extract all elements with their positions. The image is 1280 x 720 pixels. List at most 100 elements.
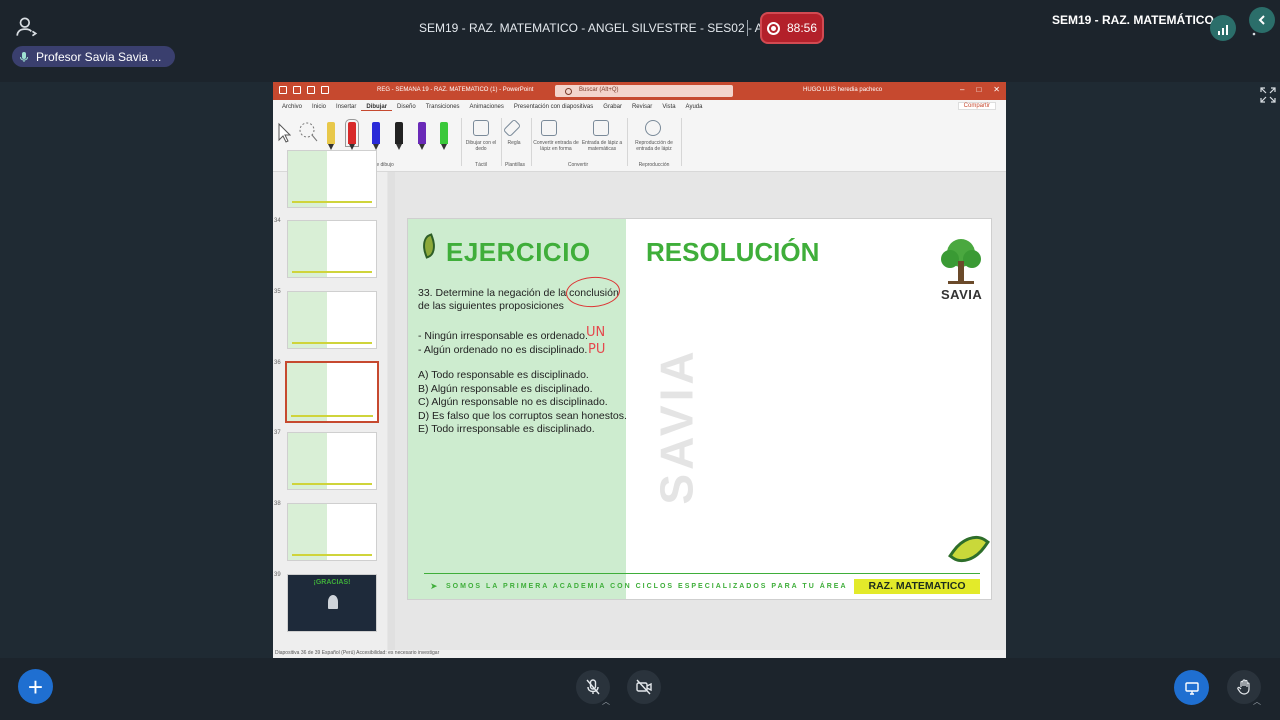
window-controls: – □ ✕	[960, 85, 1000, 94]
leaf-logo-icon	[948, 526, 990, 572]
mic-icon	[20, 51, 28, 62]
share-button[interactable]: Compartir	[957, 102, 996, 110]
presenter-chip[interactable]: Profesor Savia Savia ...	[12, 46, 176, 67]
footer-arrow-icon: ➤	[430, 581, 438, 591]
powerpoint-user-name: HUGO LUIS heredia pacheco	[803, 87, 883, 93]
highlighter-yellow-icon[interactable]	[327, 122, 335, 150]
footer-slogan: SOMOS LA PRIMERA ACADEMIA CON CICLOS ESP…	[446, 583, 848, 590]
slide-thumbnail[interactable]	[287, 432, 377, 490]
ribbon-divider	[627, 118, 628, 166]
shared-screen: REG - SEMANA 19 - RAZ. MATEMATICO (1) - …	[273, 82, 1006, 658]
pen-blue-icon[interactable]	[372, 122, 380, 150]
share-screen-icon[interactable]	[1174, 670, 1209, 705]
undo-icon[interactable]	[293, 86, 301, 94]
powerpoint-status-bar: Diapositiva 36 de 39 Español (Perú) Acce…	[273, 650, 1006, 658]
ink-to-shape-icon[interactable]	[541, 120, 557, 136]
bottom-bar: + ︿ ︿	[0, 658, 1280, 720]
slide-thumbnail-selected[interactable]	[285, 361, 379, 423]
minimize-icon[interactable]: –	[960, 85, 964, 94]
tab-presentacion[interactable]: Presentación con diapositivas	[509, 104, 598, 110]
tab-grabar[interactable]: Grabar	[598, 104, 627, 110]
autosave-icon[interactable]	[279, 86, 287, 94]
group-label-stencils: Plantillas	[504, 162, 525, 168]
savia-logo-text: SAVIA	[941, 287, 983, 302]
recording-indicator[interactable]: 88:56	[760, 12, 824, 44]
ink-to-math-icon[interactable]	[593, 120, 609, 136]
close-icon[interactable]: ✕	[993, 85, 1000, 94]
option-a: A) Todo responsable es disciplinado.	[418, 369, 589, 381]
slide-thumbnails: 34 35 36 37 38 39 ¡GRACIAS!	[273, 150, 387, 650]
ruler-icon[interactable]	[502, 118, 522, 138]
ink-annotation: UN	[586, 325, 606, 340]
tab-insertar[interactable]: Insertar	[331, 104, 361, 110]
meeting-title: SEM19 - RAZ. MATEMATICO - ANGEL SILVESTR…	[419, 21, 810, 35]
slide-number: 35	[274, 289, 281, 295]
draw-finger-icon[interactable]	[473, 120, 489, 136]
pen-purple-icon[interactable]	[418, 122, 426, 150]
lasso-icon[interactable]	[297, 120, 319, 144]
option-d: D) Es falso que los corruptos sean hones…	[418, 409, 627, 422]
draw-ribbon: Herramientas de dibujo Dibujar con el de…	[273, 114, 1006, 172]
thumb-thanks-label: ¡GRACIAS!	[313, 579, 351, 586]
quick-access-toolbar	[279, 86, 329, 94]
tab-diseno[interactable]: Diseño	[392, 104, 421, 110]
slide-number: 38	[274, 501, 281, 507]
ink-annotation: PU	[588, 342, 606, 357]
ribbon-divider	[681, 118, 682, 166]
more-icon[interactable]	[1252, 24, 1256, 40]
select-arrow-icon[interactable]	[277, 122, 291, 144]
course-badge: RAZ. MATEMATICO	[854, 579, 980, 594]
current-slide: SAVIA EJERCICIO RESOLUCIÓN 33. Determine…	[407, 218, 992, 600]
resolution-heading: RESOLUCIÓN	[646, 237, 820, 267]
tab-revisar[interactable]: Revisar	[627, 104, 657, 110]
thumbnail-scrollbar[interactable]	[388, 172, 395, 650]
right-meeting-title: SEM19 - RAZ. MATEMÁTICO - ANGEL SILVESTR…	[1052, 13, 1228, 27]
tab-archivo[interactable]: Archivo	[277, 104, 307, 110]
ink-replay-icon[interactable]	[645, 120, 661, 136]
pen-green-icon[interactable]	[440, 122, 448, 150]
slide-number: 36	[274, 360, 281, 366]
slide-number: 34	[274, 218, 281, 224]
option-e: E) Todo irresponsable es disciplinado.	[418, 423, 595, 435]
ink-replay-label: Reproducción de entrada de lápiz	[635, 140, 673, 152]
recording-time: 88:56	[786, 21, 818, 35]
proposition-item: - Ningún irresponsable es ordenado.	[418, 330, 588, 342]
stats-icon[interactable]	[1210, 15, 1236, 41]
draw-finger-label: Dibujar con el dedo	[465, 140, 497, 152]
maximize-icon[interactable]: □	[976, 85, 981, 94]
present-icon[interactable]	[321, 86, 329, 94]
plus-icon[interactable]: +	[18, 669, 53, 704]
tab-vista[interactable]: Vista	[657, 104, 680, 110]
pen-red-icon[interactable]	[345, 119, 359, 150]
powerpoint-search[interactable]: Buscar (Alt+Q)	[555, 85, 733, 97]
tab-dibujar[interactable]: Dibujar	[361, 104, 393, 111]
top-bar: Profesor Savia Savia ... SEM19 - RAZ. MA…	[0, 0, 1280, 82]
powerpoint-workspace: 34 35 36 37 38 39 ¡GRACIAS! SAVIA EJERCI…	[273, 150, 1006, 650]
ink-to-shape-label: Convertir entrada de lápiz en forma	[533, 140, 579, 152]
redo-icon[interactable]	[307, 86, 315, 94]
powerpoint-title-bar: REG - SEMANA 19 - RAZ. MATEMATICO (1) - …	[273, 82, 1006, 100]
tab-animaciones[interactable]: Animaciones	[465, 104, 509, 110]
document-title: REG - SEMANA 19 - RAZ. MATEMATICO (1) - …	[377, 87, 534, 93]
slide-thumbnail[interactable]	[287, 291, 377, 349]
tab-ayuda[interactable]: Ayuda	[681, 104, 708, 110]
chevron-up-icon[interactable]: ︿	[1253, 696, 1261, 707]
user-icon[interactable]	[14, 14, 40, 40]
option-b: B) Algún responsable es disciplinado.	[418, 382, 593, 395]
exercise-heading: EJERCICIO	[446, 237, 591, 267]
ribbon-tabs: Archivo Inicio Insertar Dibujar Diseño T…	[273, 100, 1006, 114]
slide-thumbnail[interactable]	[287, 503, 377, 561]
camera-off-icon[interactable]	[627, 670, 661, 704]
propositions: - Ningún irresponsable es ordenado. - Al…	[418, 329, 588, 357]
record-icon	[766, 21, 780, 35]
chevron-up-icon[interactable]: ︿	[602, 696, 610, 707]
pen-black-icon[interactable]	[395, 122, 403, 150]
tab-transiciones[interactable]: Transiciones	[421, 104, 465, 110]
fullscreen-icon[interactable]	[1260, 87, 1276, 103]
slide-thumbnail[interactable]	[287, 220, 377, 278]
group-label-touch: Táctil	[475, 162, 487, 168]
slide-thumbnail[interactable]: ¡GRACIAS!	[287, 574, 377, 632]
slide-thumbnail[interactable]	[287, 150, 377, 208]
option-c: C) Algún responsable no es disciplinado.	[418, 396, 608, 408]
tab-inicio[interactable]: Inicio	[307, 104, 331, 110]
